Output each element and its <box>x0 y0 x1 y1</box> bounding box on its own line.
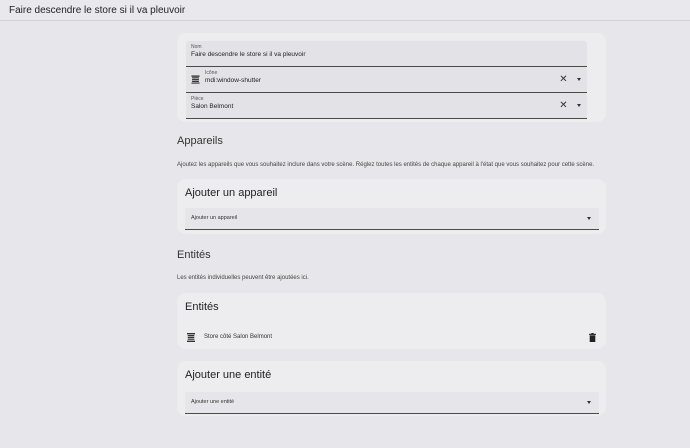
room-field[interactable]: Pièce Salon Belmont ✕ <box>186 93 587 119</box>
icon-clear-icon[interactable]: ✕ <box>558 74 569 85</box>
name-field[interactable]: Nom Faire descendre le store si il va pl… <box>186 41 587 67</box>
room-field-label: Pièce <box>191 96 204 102</box>
device-picker-chevron-icon[interactable] <box>587 217 591 220</box>
entities-card: Entités Store côté Salon Belmont <box>177 293 606 349</box>
icon-field-value[interactable]: mdi:window-shutter <box>205 77 261 84</box>
entities-section-title: Entités <box>177 249 211 261</box>
room-dropdown-chevron-icon[interactable] <box>577 104 581 107</box>
icon-field-label: Icône <box>205 70 218 76</box>
add-device-card-title: Ajouter un appareil <box>185 187 278 199</box>
entity-row[interactable]: Store côté Salon Belmont <box>177 327 606 349</box>
add-device-card: Ajouter un appareil Ajouter un appareil <box>177 179 606 234</box>
name-field-value[interactable]: Faire descendre le store si il va pleuvo… <box>191 51 306 58</box>
delete-icon[interactable] <box>589 333 596 342</box>
entities-card-title: Entités <box>185 301 219 313</box>
entity-picker[interactable]: Ajouter une entité <box>185 392 599 414</box>
page-title: Faire descendre le store si il va pleuvo… <box>9 5 186 16</box>
entity-name: Store côté Salon Belmont <box>204 334 273 340</box>
icon-dropdown-chevron-icon[interactable] <box>577 78 581 81</box>
device-picker-label: Ajouter un appareil <box>191 215 238 221</box>
name-field-label: Nom <box>191 44 202 50</box>
scene-settings-card: Nom Faire descendre le store si il va pl… <box>177 33 606 122</box>
window-shutter-icon <box>191 75 200 84</box>
window-shutter-icon <box>187 333 195 342</box>
device-picker[interactable]: Ajouter un appareil <box>185 208 599 230</box>
entity-picker-chevron-icon[interactable] <box>587 401 591 404</box>
add-entity-card: Ajouter une entité Ajouter une entité <box>177 361 606 416</box>
devices-section-title: Appareils <box>177 135 223 147</box>
devices-section-description: Ajoutez les appareils que vous souhaitez… <box>177 162 595 168</box>
room-clear-icon[interactable]: ✕ <box>558 100 569 111</box>
top-app-bar: Faire descendre le store si il va pleuvo… <box>0 0 690 21</box>
icon-field[interactable]: Icône mdi:window-shutter ✕ <box>186 67 587 93</box>
entity-picker-label: Ajouter une entité <box>191 399 235 405</box>
entities-section-description: Les entités individuelles peuvent être a… <box>177 275 309 281</box>
add-entity-card-title: Ajouter une entité <box>185 369 272 381</box>
room-field-value[interactable]: Salon Belmont <box>191 103 233 110</box>
